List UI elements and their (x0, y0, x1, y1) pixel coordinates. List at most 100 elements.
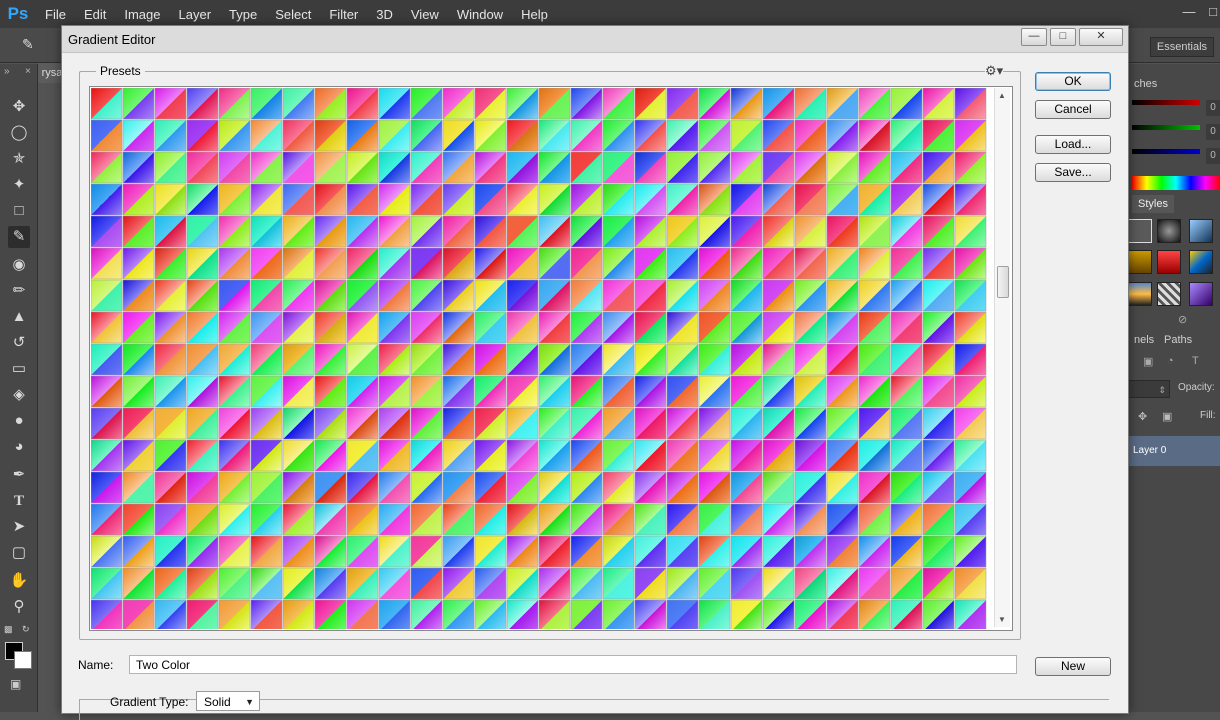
gradient-preset-swatch[interactable] (346, 183, 379, 216)
gradient-preset-swatch[interactable] (666, 535, 699, 568)
gradient-preset-swatch[interactable] (282, 407, 315, 440)
gradient-preset-swatch[interactable] (314, 88, 347, 120)
lock-position-icon[interactable]: ✥ (1138, 410, 1147, 423)
gradient-preset-swatch[interactable] (634, 247, 667, 280)
scroll-down-icon[interactable]: ▼ (998, 615, 1006, 624)
gradient-preset-swatch[interactable] (250, 407, 283, 440)
gradient-preset-swatch[interactable] (474, 279, 507, 312)
gradient-preset-swatch[interactable] (890, 311, 923, 344)
gradient-preset-swatch[interactable] (954, 215, 987, 248)
gradient-preset-swatch[interactable] (538, 119, 571, 152)
gradient-preset-swatch[interactable] (186, 311, 219, 344)
gradient-preset-swatch[interactable] (730, 279, 763, 312)
gradient-preset-swatch[interactable] (730, 503, 763, 536)
gradient-preset-swatch[interactable] (954, 567, 987, 600)
gradient-preset-swatch[interactable] (378, 503, 411, 536)
gradient-preset-swatch[interactable] (602, 343, 635, 376)
gradient-preset-swatch[interactable] (570, 88, 603, 120)
move-tool-icon[interactable]: ✥ (8, 96, 30, 118)
gradient-preset-swatch[interactable] (218, 151, 251, 184)
gradient-preset-swatch[interactable] (442, 311, 475, 344)
gradient-preset-swatch[interactable] (154, 375, 187, 408)
gradient-preset-swatch[interactable] (91, 599, 123, 629)
gradient-preset-swatch[interactable] (890, 88, 923, 120)
gradient-preset-swatch[interactable] (410, 567, 443, 600)
gradient-preset-swatch[interactable] (762, 183, 795, 216)
gradient-preset-swatch[interactable] (186, 471, 219, 504)
gradient-preset-swatch[interactable] (954, 279, 987, 312)
gradient-preset-swatch[interactable] (954, 183, 987, 216)
gradient-preset-swatch[interactable] (410, 503, 443, 536)
gradient-preset-swatch[interactable] (858, 88, 891, 120)
gradient-preset-swatch[interactable] (922, 247, 955, 280)
gradient-preset-swatch[interactable] (410, 215, 443, 248)
gradient-preset-swatch[interactable] (186, 439, 219, 472)
gradient-preset-swatch[interactable] (730, 88, 763, 120)
gradient-preset-swatch[interactable] (698, 535, 731, 568)
gradient-preset-swatch[interactable] (442, 183, 475, 216)
gradient-preset-swatch[interactable] (378, 375, 411, 408)
gradient-preset-swatch[interactable] (762, 215, 795, 248)
name-input[interactable] (129, 655, 1017, 674)
gradient-preset-swatch[interactable] (570, 503, 603, 536)
gradient-preset-swatch[interactable] (570, 247, 603, 280)
gradient-preset-swatch[interactable] (282, 279, 315, 312)
gradient-preset-swatch[interactable] (186, 599, 219, 629)
gradient-preset-swatch[interactable] (826, 88, 859, 120)
gradient-preset-swatch[interactable] (666, 151, 699, 184)
gradient-preset-swatch[interactable] (730, 567, 763, 600)
gradient-preset-swatch[interactable] (442, 439, 475, 472)
gradient-preset-swatch[interactable] (570, 151, 603, 184)
gradient-preset-swatch[interactable] (474, 88, 507, 120)
gradient-preset-swatch[interactable] (250, 439, 283, 472)
gradient-preset-swatch[interactable] (314, 151, 347, 184)
blue-slider[interactable] (1132, 149, 1200, 154)
gradient-preset-swatch[interactable] (410, 343, 443, 376)
gradient-preset-swatch[interactable] (218, 407, 251, 440)
gradient-preset-swatch[interactable] (890, 183, 923, 216)
gradient-preset-swatch[interactable] (506, 375, 539, 408)
gradient-preset-swatch[interactable] (538, 88, 571, 120)
gradient-preset-swatch[interactable] (186, 88, 219, 120)
gradient-preset-swatch[interactable] (698, 407, 731, 440)
gradient-preset-swatch[interactable] (666, 407, 699, 440)
gradient-preset-swatch[interactable] (730, 215, 763, 248)
gradient-preset-swatch[interactable] (410, 183, 443, 216)
gradient-preset-swatch[interactable] (826, 119, 859, 152)
gradient-preset-swatch[interactable] (474, 119, 507, 152)
presets-scrollbar[interactable]: ▲ ▼ (994, 88, 1010, 627)
eyedropper-tool-icon[interactable]: ✎ (8, 226, 30, 248)
gradient-preset-swatch[interactable] (922, 151, 955, 184)
gradient-preset-swatch[interactable] (314, 375, 347, 408)
gradient-preset-swatch[interactable] (922, 88, 955, 120)
dialog-minimize-icon[interactable]: — (1021, 28, 1047, 46)
gradient-preset-swatch[interactable] (154, 311, 187, 344)
gradient-preset-swatch[interactable] (794, 183, 827, 216)
style-swatch[interactable] (1157, 282, 1181, 306)
gradient-preset-swatch[interactable] (314, 279, 347, 312)
gradient-preset-swatch[interactable] (922, 535, 955, 568)
gradient-preset-swatch[interactable] (346, 151, 379, 184)
gradient-preset-swatch[interactable] (442, 88, 475, 120)
gradient-preset-swatch[interactable] (570, 215, 603, 248)
gradient-preset-swatch[interactable] (570, 567, 603, 600)
gradient-preset-swatch[interactable] (91, 567, 123, 600)
gradient-preset-swatch[interactable] (378, 119, 411, 152)
style-swatch[interactable] (1157, 219, 1181, 243)
magic-wand-tool-icon[interactable]: ✦ (8, 174, 30, 196)
gradient-preset-swatch[interactable] (954, 407, 987, 440)
gradient-preset-swatch[interactable] (634, 599, 667, 629)
gradient-preset-swatch[interactable] (538, 567, 571, 600)
menu-help[interactable]: Help (512, 7, 557, 22)
gradient-preset-swatch[interactable] (474, 503, 507, 536)
gradient-preset-swatch[interactable] (634, 343, 667, 376)
gradient-preset-swatch[interactable] (634, 567, 667, 600)
style-swatch[interactable] (1128, 250, 1152, 274)
gradient-preset-swatch[interactable] (666, 599, 699, 629)
gradient-preset-swatch[interactable] (666, 215, 699, 248)
gradient-preset-swatch[interactable] (602, 151, 635, 184)
gradient-preset-swatch[interactable] (570, 311, 603, 344)
gradient-preset-swatch[interactable] (346, 535, 379, 568)
style-swatch[interactable] (1128, 282, 1152, 306)
gradient-preset-swatch[interactable] (186, 503, 219, 536)
